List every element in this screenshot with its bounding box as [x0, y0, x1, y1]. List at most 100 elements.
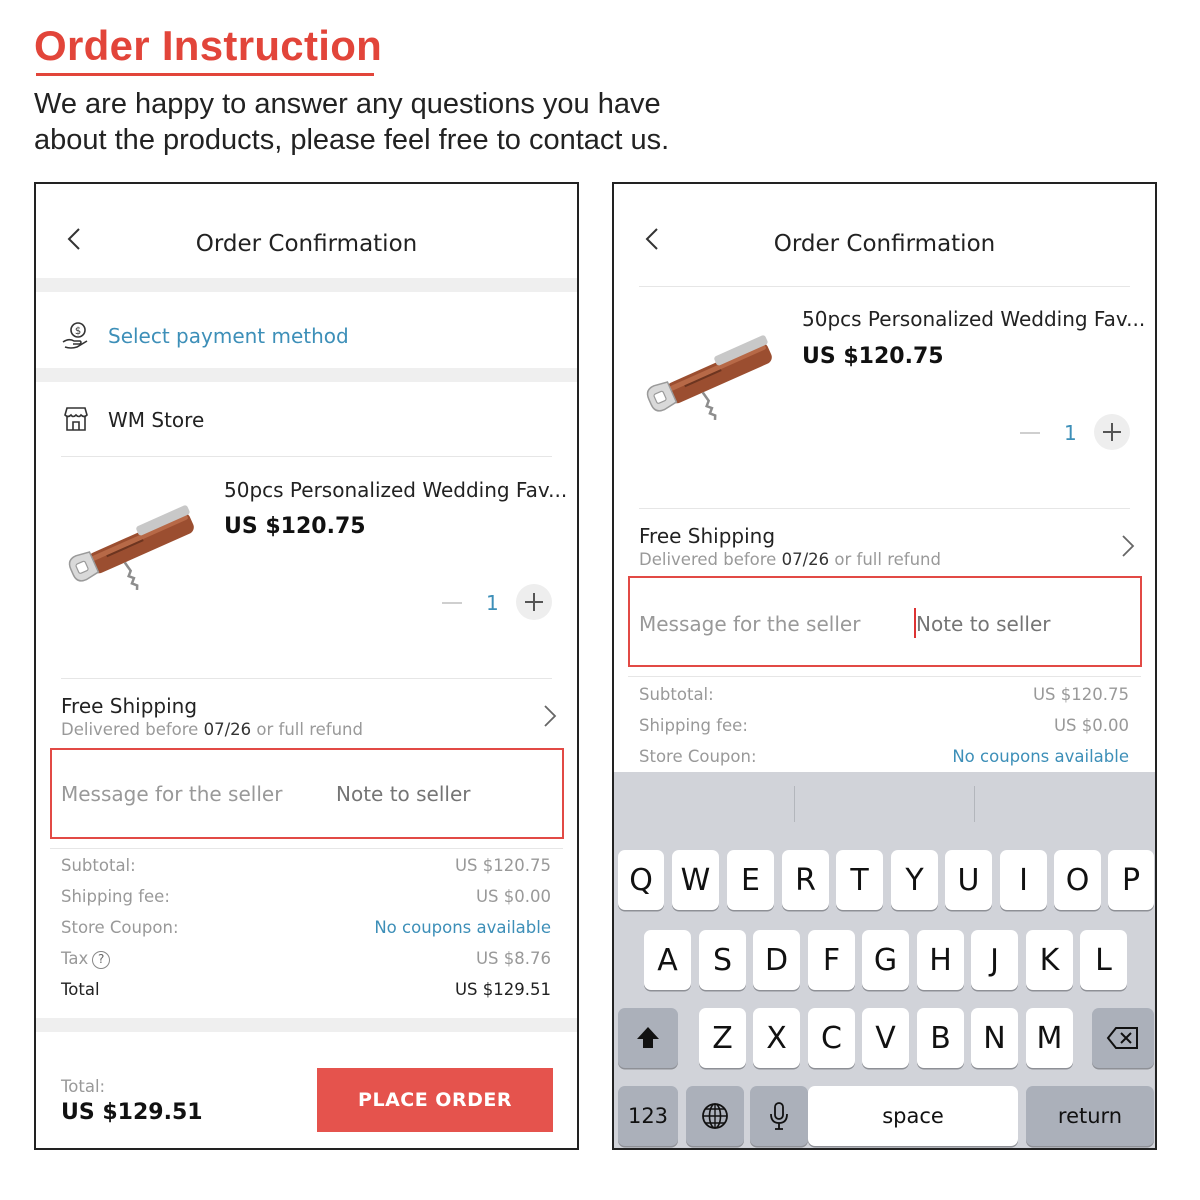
total-label: Total	[61, 980, 100, 999]
key-r[interactable]: R	[782, 850, 829, 910]
tax-row-label: Tax?	[61, 949, 111, 969]
store-icon	[64, 407, 88, 431]
numbers-key[interactable]: 123	[618, 1086, 678, 1146]
backspace-icon	[1106, 1027, 1138, 1049]
shipping-title: Free Shipping	[61, 694, 198, 718]
on-screen-keyboard: Q W E R T Y U I O P A S D F G H J K L Z …	[614, 772, 1155, 1148]
footer-bar: Total: US $129.51 PLACE ORDER	[36, 1032, 577, 1148]
divider-line	[628, 676, 1141, 677]
key-m[interactable]: M	[1026, 1008, 1073, 1068]
shipping-fee-label: Shipping fee:	[639, 716, 748, 735]
key-g[interactable]: G	[862, 930, 909, 990]
shipping-fee-label: Shipping fee:	[61, 887, 170, 906]
product-price: US $120.75	[224, 514, 366, 539]
quantity-decrease-button[interactable]	[442, 602, 462, 604]
quantity-increase-button[interactable]	[1094, 414, 1130, 450]
store-coupon-value[interactable]: No coupons available	[952, 747, 1129, 766]
tax-value: US $8.76	[475, 949, 551, 968]
globe-icon	[702, 1103, 728, 1129]
key-k[interactable]: K	[1026, 930, 1073, 990]
key-a[interactable]: A	[644, 930, 691, 990]
suggestion-divider	[974, 786, 975, 822]
key-z[interactable]: Z	[699, 1008, 746, 1068]
shipping-fee-value: US $0.00	[1053, 716, 1129, 735]
return-key[interactable]: return	[1026, 1086, 1154, 1146]
store-coupon-value[interactable]: No coupons available	[374, 918, 551, 937]
key-u[interactable]: U	[945, 850, 992, 910]
globe-key[interactable]	[686, 1086, 744, 1146]
quantity-increase-button[interactable]	[516, 584, 552, 620]
shipping-title: Free Shipping	[639, 524, 776, 548]
screen-title: Order Confirmation	[773, 231, 996, 257]
shipping-fee-value: US $0.00	[475, 887, 551, 906]
note-to-seller-input[interactable]	[336, 780, 536, 808]
section-divider	[36, 368, 577, 382]
subtotal-value: US $120.75	[1032, 685, 1129, 704]
page-heading: Order Instruction	[34, 22, 383, 69]
tax-label: Tax	[61, 949, 89, 968]
shift-arrow-icon	[637, 1027, 659, 1048]
top-bar: Order Confirmation	[36, 184, 577, 278]
key-q[interactable]: Q	[618, 850, 664, 910]
key-d[interactable]: D	[753, 930, 800, 990]
key-x[interactable]: X	[753, 1008, 800, 1068]
key-b[interactable]: B	[917, 1008, 964, 1068]
space-key[interactable]: space	[808, 1086, 1018, 1146]
intro-line-2: about the products, please feel free to …	[34, 124, 670, 156]
section-divider	[36, 278, 577, 292]
key-o[interactable]: O	[1054, 850, 1101, 910]
svg-text:$: $	[75, 326, 81, 337]
key-h[interactable]: H	[917, 930, 964, 990]
key-w[interactable]: W	[672, 850, 719, 910]
note-to-seller-input[interactable]	[916, 610, 1116, 638]
key-t[interactable]: T	[836, 850, 883, 910]
key-c[interactable]: C	[808, 1008, 855, 1068]
product-title[interactable]: 50pcs Personalized Wedding Fav...	[224, 478, 567, 502]
divider-line	[639, 286, 1130, 287]
key-n[interactable]: N	[971, 1008, 1018, 1068]
key-v[interactable]: V	[862, 1008, 909, 1068]
key-s[interactable]: S	[699, 930, 746, 990]
subtotal-label: Subtotal:	[639, 685, 714, 704]
key-l[interactable]: L	[1080, 930, 1127, 990]
key-p[interactable]: P	[1108, 850, 1154, 910]
question-help-icon[interactable]: ?	[92, 951, 111, 969]
product-image-corkscrew[interactable]	[636, 314, 786, 444]
quantity-decrease-button[interactable]	[1020, 432, 1040, 434]
place-order-button[interactable]: PLACE ORDER	[317, 1068, 553, 1132]
chevron-right-icon	[544, 705, 557, 727]
backspace-key[interactable]	[1092, 1008, 1154, 1068]
message-label: Message for the seller	[639, 612, 861, 636]
divider-line	[61, 678, 552, 679]
top-bar: Order Confirmation	[614, 184, 1155, 278]
product-title[interactable]: 50pcs Personalized Wedding Fav...	[802, 307, 1145, 331]
left-phone-screen: Order Confirmation $ Select payment meth…	[34, 182, 579, 1150]
chevron-right-icon	[1122, 535, 1135, 557]
shift-key[interactable]	[618, 1008, 678, 1068]
select-payment-label: Select payment method	[108, 324, 349, 348]
screen-title: Order Confirmation	[195, 231, 418, 257]
intro-text: We are happy to answer any questions you…	[34, 86, 669, 158]
subtotal-label: Subtotal:	[61, 856, 136, 875]
key-i[interactable]: I	[1000, 850, 1047, 910]
shipping-delivery-note: Delivered before 07/26 or full refund	[639, 550, 941, 569]
product-image-corkscrew[interactable]	[58, 484, 208, 614]
key-j[interactable]: J	[971, 930, 1018, 990]
payment-hand-coin-icon: $	[62, 322, 88, 349]
total-value: US $129.51	[454, 980, 551, 999]
divider-line	[639, 508, 1130, 509]
store-name: WM Store	[108, 408, 205, 432]
select-payment-row[interactable]: $ Select payment method	[36, 292, 577, 378]
shipping-delivery-note: Delivered before 07/26 or full refund	[61, 720, 363, 739]
key-f[interactable]: F	[808, 930, 855, 990]
dictation-key[interactable]	[750, 1086, 808, 1146]
suggestion-divider	[794, 786, 795, 822]
message-label: Message for the seller	[61, 782, 283, 806]
key-e[interactable]: E	[727, 850, 774, 910]
footer-total-label: Total:	[61, 1077, 106, 1096]
divider-line	[61, 456, 552, 457]
store-coupon-label: Store Coupon:	[639, 747, 757, 766]
key-y[interactable]: Y	[891, 850, 938, 910]
quantity-value: 1	[486, 591, 499, 615]
quantity-value: 1	[1064, 421, 1077, 445]
